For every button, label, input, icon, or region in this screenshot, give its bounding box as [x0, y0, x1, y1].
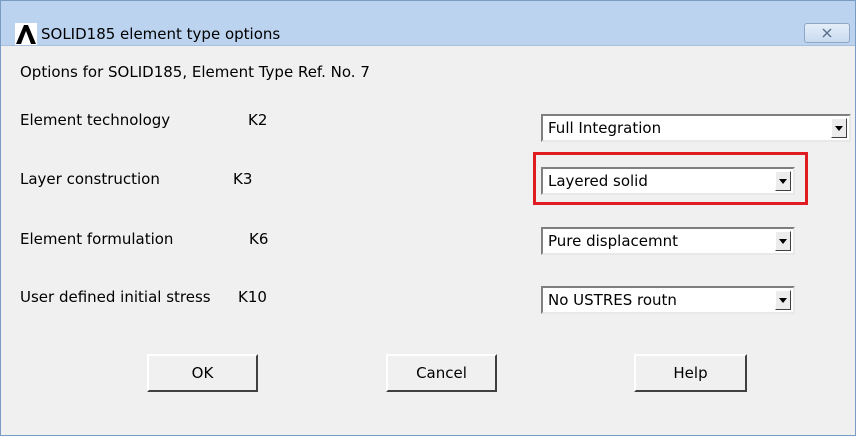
dialog-header-text: Options for SOLID185, Element Type Ref. …: [20, 63, 370, 81]
cancel-button[interactable]: Cancel: [386, 354, 497, 392]
ok-button[interactable]: OK: [147, 354, 258, 392]
close-icon: [822, 28, 832, 38]
element-formulation-select[interactable]: Pure displacemnt: [541, 227, 795, 255]
element-technology-select[interactable]: Full Integration: [541, 114, 851, 142]
option-key-k10: K10: [238, 288, 267, 306]
chevron-down-icon[interactable]: [775, 290, 791, 310]
option-label-element-formulation: Element formulation: [20, 230, 174, 248]
select-value: Pure displacemnt: [548, 232, 678, 250]
select-value: No USTRES routn: [548, 291, 677, 309]
window-title: SOLID185 element type options: [41, 25, 281, 43]
dialog-window: SOLID185 element type options Options fo…: [0, 0, 856, 436]
highlight-annotation: [533, 152, 808, 205]
select-value: Full Integration: [548, 119, 662, 137]
ansys-logo-icon: [15, 23, 37, 45]
help-button[interactable]: Help: [634, 354, 747, 392]
user-defined-initial-stress-select[interactable]: No USTRES routn: [541, 286, 795, 314]
chevron-down-icon[interactable]: [775, 231, 791, 251]
option-label-element-technology: Element technology: [20, 111, 171, 129]
option-label-user-defined-initial-stress: User defined initial stress: [20, 288, 211, 306]
chevron-down-icon[interactable]: [831, 118, 847, 138]
option-key-k6: K6: [249, 230, 269, 248]
dialog-body: Options for SOLID185, Element Type Ref. …: [1, 46, 855, 435]
option-label-layer-construction: Layer construction: [20, 170, 160, 188]
option-key-k2: K2: [248, 111, 268, 129]
option-key-k3: K3: [233, 170, 253, 188]
title-bar[interactable]: SOLID185 element type options: [1, 1, 855, 46]
close-button[interactable]: [804, 23, 850, 43]
